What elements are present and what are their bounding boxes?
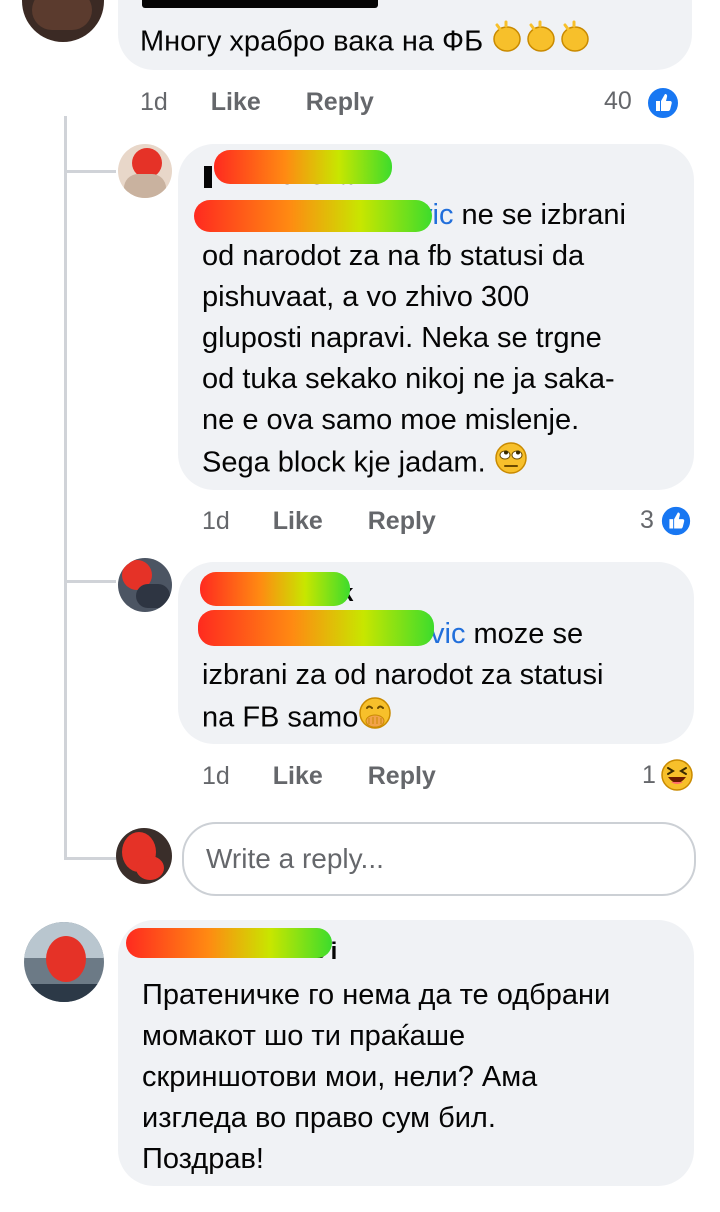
redacted-name — [200, 572, 350, 606]
laughing-face-icon — [660, 758, 694, 792]
like-button[interactable]: Like — [273, 507, 323, 535]
thread-branch — [64, 170, 116, 173]
avatar[interactable] — [24, 922, 104, 1002]
comment-text: Пратеничке го нема да те одбрани — [142, 979, 611, 1011]
comment-text: Поздрав! — [142, 1143, 264, 1175]
reply-actions: 1d Like Reply — [202, 507, 436, 536]
thread-line — [64, 116, 67, 860]
timestamp[interactable]: 1d — [140, 88, 168, 116]
comment-actions: 1d Like Reply — [140, 88, 374, 117]
timestamp[interactable]: 1d — [202, 762, 230, 790]
author-name-cutoff[interactable] — [142, 0, 378, 8]
comment-text: Многу храбро вака на ФБ — [140, 20, 591, 66]
reply-text: na FB samo — [202, 696, 392, 742]
reaction-count[interactable]: 1 — [642, 761, 656, 790]
reaction-count[interactable]: 3 — [640, 506, 654, 535]
reaction-count[interactable]: 40 — [604, 87, 632, 116]
reply-input[interactable] — [184, 824, 694, 894]
reply-text: od tuka sekako nikoj ne ja saka- — [202, 363, 615, 395]
comment-text: скриншотови мои, нели? Ама — [142, 1061, 538, 1093]
thread-branch — [64, 857, 116, 860]
avatar[interactable] — [116, 828, 172, 884]
redacted-name — [126, 928, 332, 958]
reply-text: Sega block kje jadam. — [202, 441, 528, 487]
redacted-mention — [194, 200, 432, 232]
hand-over-mouth-face-icon — [358, 696, 392, 742]
timestamp[interactable]: 1d — [202, 507, 230, 535]
reply-button[interactable]: Reply — [306, 88, 374, 116]
reply-button[interactable]: Reply — [368, 762, 436, 790]
like-icon — [646, 86, 680, 120]
comment-text: изгледа во право сум бил. — [142, 1102, 496, 1134]
like-icon — [660, 505, 692, 537]
reply-button[interactable]: Reply — [368, 507, 436, 535]
comment-text: момакот шо ти праќаше — [142, 1020, 466, 1052]
like-button[interactable]: Like — [273, 762, 323, 790]
avatar[interactable] — [118, 558, 172, 612]
mention[interactable]: vic — [430, 618, 465, 650]
reply-text: pishuvaat, a vo zhivo 300 — [202, 281, 530, 313]
reply-input-box[interactable] — [182, 822, 696, 896]
avatar[interactable] — [22, 0, 104, 42]
eye-roll-face-icon — [494, 441, 528, 487]
redacted-name — [214, 150, 392, 184]
like-button[interactable]: Like — [211, 88, 261, 116]
avatar[interactable] — [118, 144, 172, 198]
reply-text: izbrani za od narodot za statusi — [202, 659, 604, 691]
redacted-mention — [198, 610, 434, 646]
thread-branch — [64, 580, 116, 583]
reply-text: ne e ova samo moe mislenje. — [202, 404, 580, 436]
reply-actions: 1d Like Reply — [202, 762, 436, 791]
reply-text: gluposti napravi. Neka se trgne — [202, 322, 602, 354]
reply-text: od narodot za na fb statusi da — [202, 240, 585, 272]
clapping-hands-icon — [491, 20, 591, 66]
